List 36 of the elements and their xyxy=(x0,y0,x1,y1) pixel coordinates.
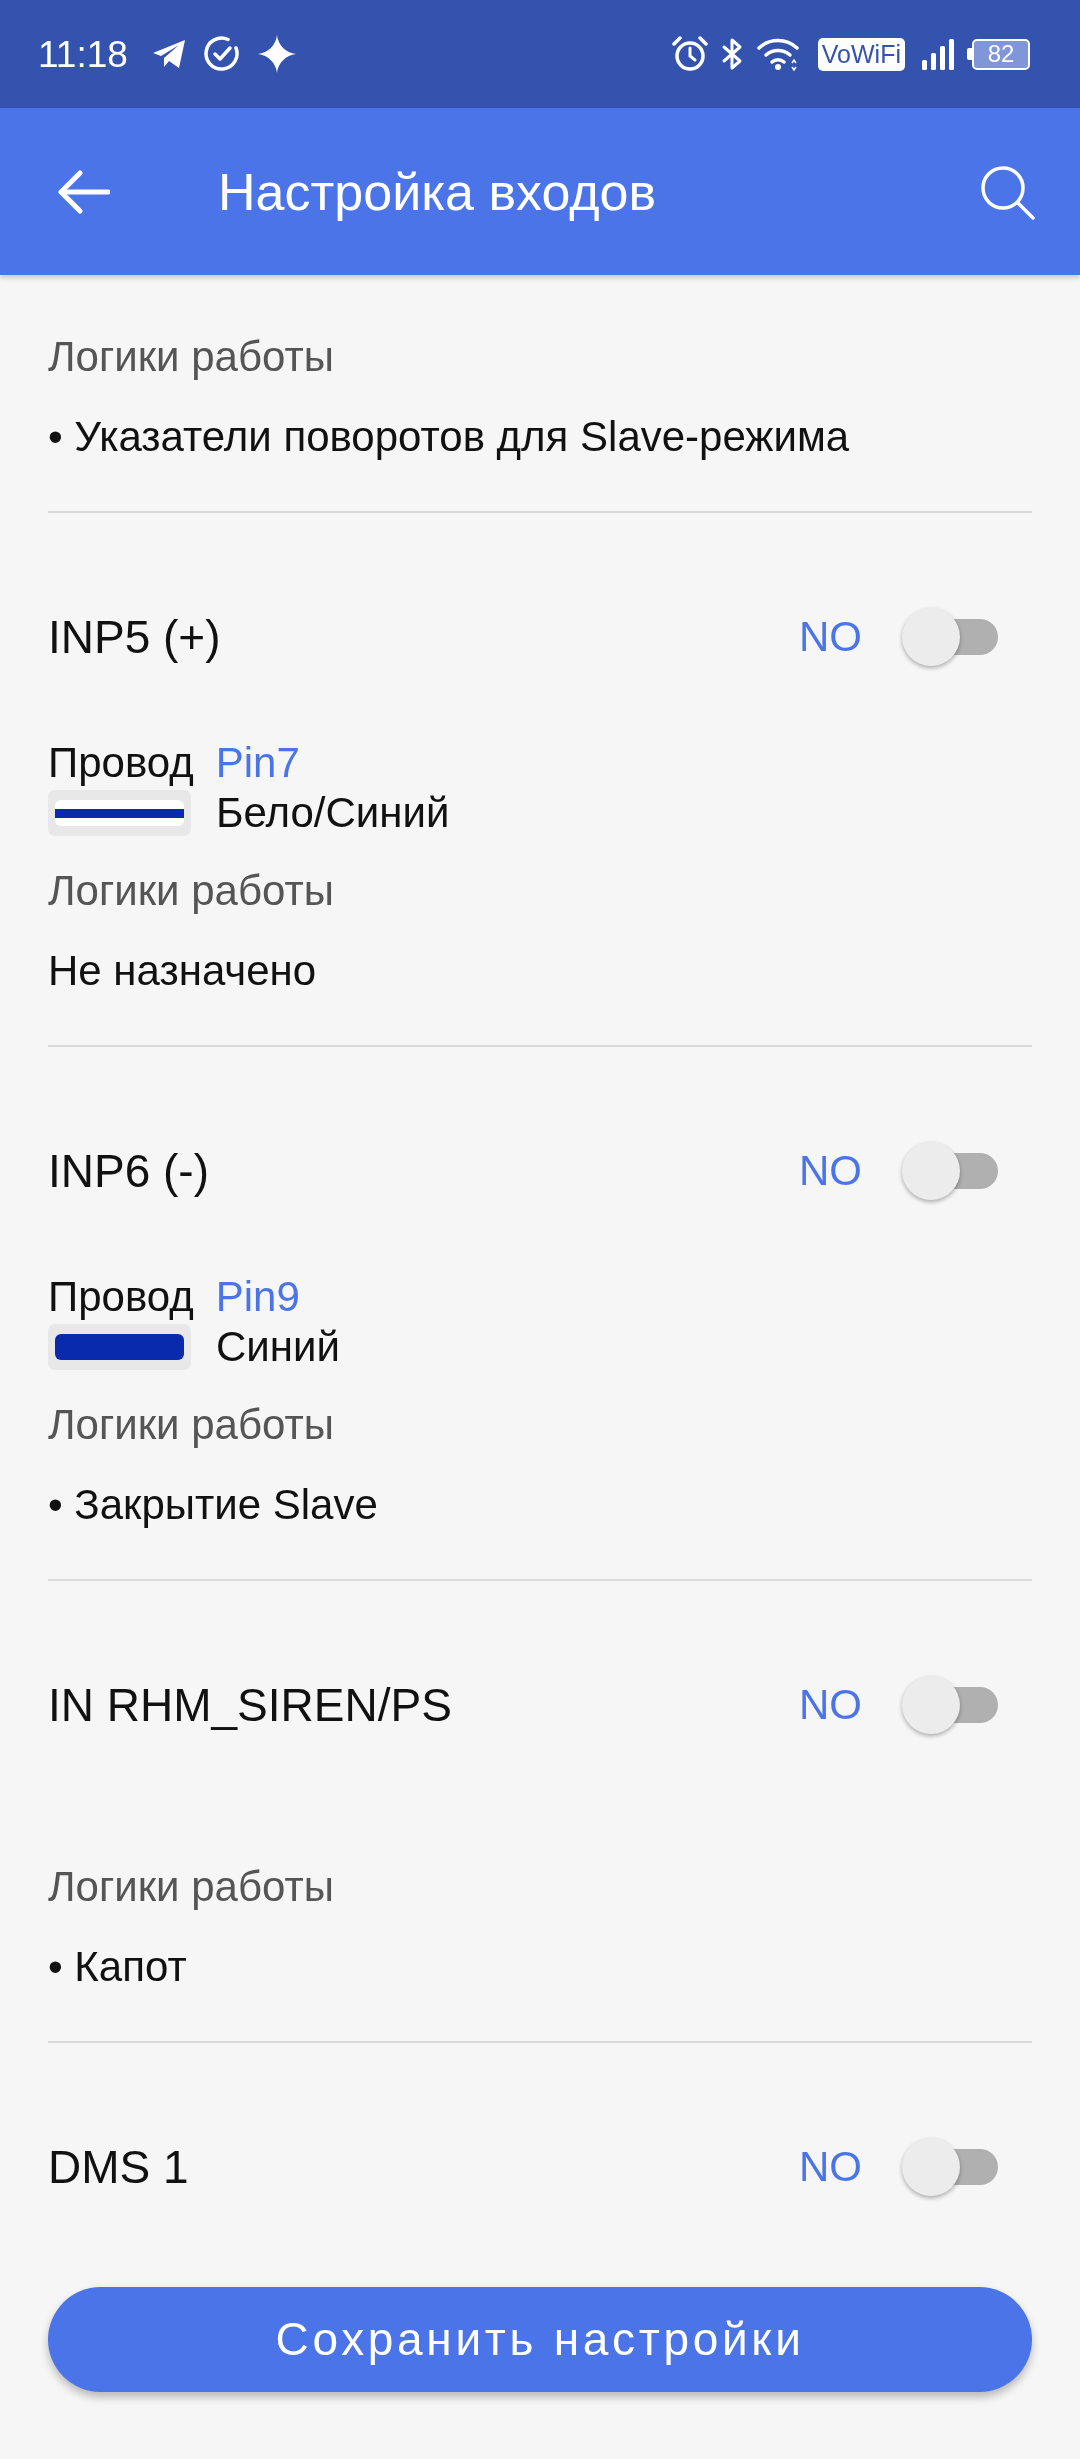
wire-color-label: Синий xyxy=(216,1326,340,1368)
input-title: DMS 1 xyxy=(48,2144,189,2190)
alarm-clock-icon xyxy=(671,36,708,72)
mode-label: NO xyxy=(799,2146,862,2188)
toggle-switch[interactable] xyxy=(902,608,998,666)
save-settings-button[interactable]: Сохранить настройки xyxy=(48,2287,1032,2392)
logic-label: Логики работы xyxy=(48,1400,334,1450)
network-badge: VoWiFi xyxy=(817,37,905,71)
logic-item: • Капот xyxy=(48,1942,187,1992)
check-circle-icon xyxy=(203,36,240,72)
toggle-switch[interactable] xyxy=(902,1676,998,1734)
logic-label: Логики работы xyxy=(48,866,334,916)
pin-label: Pin9 xyxy=(215,1276,300,1318)
mode-label: NO xyxy=(799,1684,862,1726)
battery-indicator: 82 xyxy=(967,38,1030,70)
search-icon[interactable] xyxy=(979,163,1035,220)
pin-label: Pin7 xyxy=(215,742,300,784)
wire-label: Провод xyxy=(48,742,194,784)
back-icon[interactable] xyxy=(58,169,110,214)
logic-item: Не назначено xyxy=(48,946,317,996)
sparkle-icon xyxy=(257,35,296,73)
logic-label: Логики работы xyxy=(48,332,334,382)
status-time: 11:18 xyxy=(38,35,128,73)
paper-plane-icon xyxy=(151,39,186,69)
toggle-switch[interactable] xyxy=(902,1142,998,1200)
logic-item: • Закрытие Slave xyxy=(48,1480,378,1530)
mode-label: NO xyxy=(799,1150,862,1192)
mode-label: NO xyxy=(799,616,862,658)
input-title: IN RHM_SIREN/PS xyxy=(48,1682,452,1728)
toggle-switch[interactable] xyxy=(902,2138,998,2196)
wire-color-label: Бело/Синий xyxy=(216,792,450,834)
signal-bars-icon xyxy=(921,38,955,70)
wifi-icon xyxy=(755,37,800,71)
logic-item: • Указатели поворотов для Slave-режима xyxy=(48,412,850,462)
logic-label: Логики работы xyxy=(48,1862,334,1912)
wire-label: Провод xyxy=(48,1276,194,1318)
